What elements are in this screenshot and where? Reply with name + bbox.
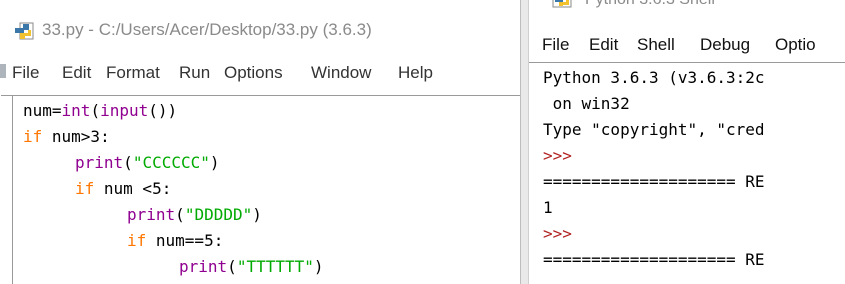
editor-title: 33.py - C:/Users/Acer/Desktop/33.py (3.6… [42, 20, 372, 39]
code-token: if [127, 231, 147, 250]
code-line-7: print("TTTTTT") [179, 254, 324, 280]
code-line-5: print("DDDDD") [127, 202, 262, 228]
editor-title-bar[interactable]: 33.py - C:/Users/Acer/Desktop/33.py (3.6… [0, 0, 520, 60]
code-token: "TTTTTT" [236, 257, 314, 276]
menu-file[interactable]: File [12, 63, 39, 83]
code-token: num>3: [42, 127, 110, 146]
code-token: "CCCCCC" [132, 153, 210, 172]
code-token: "DDDDD" [184, 205, 253, 224]
shell-prompt: >>> [543, 224, 572, 243]
shell-window: Python 3.6.3 Shell File Edit Shell Debug… [529, 0, 845, 284]
code-token: num <5: [94, 179, 172, 198]
menu-edit[interactable]: Edit [62, 63, 91, 83]
code-token: ()) [148, 101, 178, 120]
menu-debug[interactable]: Debug [700, 35, 750, 55]
code-editor-area[interactable]: num=int(input()) if num>3: print("CCCCCC… [1, 95, 520, 284]
shell-prompt: >>> [543, 146, 572, 165]
shell-line: on win32 [543, 94, 630, 113]
menu-options[interactable]: Options [224, 63, 283, 83]
code-token: num==5: [146, 231, 224, 250]
editor-menu-bar: File Edit Format Run Options Window Help [0, 62, 520, 90]
code-token: ) [209, 153, 220, 172]
code-token: if [75, 179, 95, 198]
code-token: input [100, 101, 149, 120]
code-token: ) [313, 257, 324, 276]
menu-shell[interactable]: Shell [637, 35, 675, 55]
code-token: ) [252, 205, 262, 224]
editor-window: 33.py - C:/Users/Acer/Desktop/33.py (3.6… [0, 0, 520, 284]
window-divider [520, 0, 529, 284]
shell-output-area[interactable]: Python 3.6.3 (v3.6.3:2c on win32 Type "c… [529, 62, 845, 284]
code-token: ( [227, 257, 237, 276]
shell-line: 1 [543, 198, 553, 217]
shell-title-bar[interactable]: Python 3.6.3 Shell [529, 0, 845, 26]
code-token: ( [123, 153, 133, 172]
shell-line: Type "copyright", "cred [543, 120, 765, 139]
code-token: print [127, 205, 176, 224]
menu-help[interactable]: Help [398, 63, 433, 83]
python-file-icon [15, 22, 34, 40]
code-token: if [23, 127, 43, 146]
shell-title: Python 3.6.3 Shell [585, 0, 715, 9]
menu-separator [1, 95, 13, 96]
code-token: num= [23, 101, 62, 120]
code-line-3: print("CCCCCC") [75, 150, 220, 176]
python-shell-icon [552, 0, 572, 8]
shell-restart-line: ==================== RE [543, 250, 765, 269]
shell-line: Python 3.6.3 (v3.6.3:2c [543, 68, 765, 87]
code-line-2: if num>3: [23, 124, 110, 150]
menu-edit[interactable]: Edit [589, 35, 618, 55]
code-line-4: if num <5: [75, 176, 171, 202]
code-token: print [75, 153, 124, 172]
code-token: int [61, 101, 91, 120]
code-token: ( [90, 101, 101, 120]
menu-format[interactable]: Format [106, 63, 160, 83]
code-line-1: num=int(input()) [23, 98, 177, 124]
shell-restart-line: ==================== RE [543, 172, 765, 191]
menu-file[interactable]: File [542, 35, 569, 55]
menu-window[interactable]: Window [311, 63, 371, 83]
code-token: print [179, 257, 228, 276]
menu-run[interactable]: Run [179, 63, 210, 83]
code-token: ( [175, 205, 185, 224]
code-line-6: if num==5: [127, 228, 223, 254]
shell-menu-bar: File Edit Shell Debug Optio [529, 34, 845, 60]
menu-options[interactable]: Optio [775, 35, 816, 55]
